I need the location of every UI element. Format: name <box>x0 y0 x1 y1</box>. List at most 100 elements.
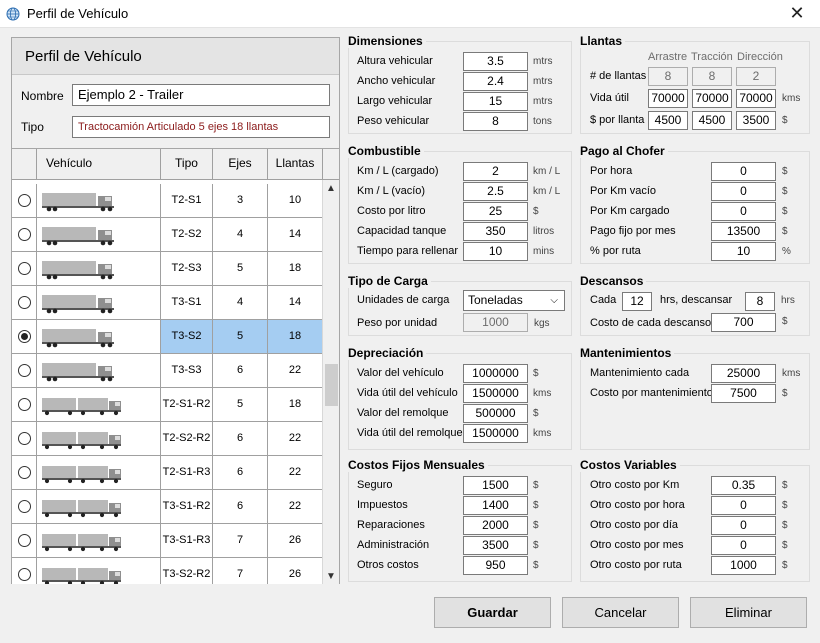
grid-scrollbar[interactable]: ▲ ▼ <box>322 180 339 584</box>
radio-cell[interactable] <box>12 252 37 285</box>
col-ejes[interactable]: Ejes <box>213 149 268 180</box>
col-tipo[interactable]: Tipo <box>161 149 213 180</box>
fijos-input[interactable]: 2000 <box>463 516 528 535</box>
llantas-input[interactable]: 70000 <box>648 89 688 108</box>
depreciacion-input[interactable]: 1000000 <box>463 364 528 383</box>
row-radio[interactable] <box>18 364 31 377</box>
radio-cell[interactable] <box>12 524 37 557</box>
ejes-cell: 3 <box>213 184 268 217</box>
row-radio[interactable] <box>18 466 31 479</box>
llantas-input[interactable]: 70000 <box>736 89 776 108</box>
chevron-down-icon[interactable]: ▼ <box>326 571 336 582</box>
row-radio[interactable] <box>18 432 31 445</box>
llantas-input[interactable]: 70000 <box>692 89 732 108</box>
tipo-cell: T3-S1-R2 <box>161 490 213 523</box>
radio-cell[interactable] <box>12 320 37 353</box>
table-row[interactable]: T3-S2-R2 7 26 <box>12 558 323 584</box>
truck-icon <box>42 363 114 382</box>
fijos-input[interactable]: 1400 <box>463 496 528 515</box>
row-radio[interactable] <box>18 194 31 207</box>
chevron-up-icon[interactable]: ▲ <box>326 183 336 194</box>
window-title: Perfil de Vehículo <box>27 6 129 21</box>
mantenimientos-input[interactable]: 25000 <box>711 364 776 383</box>
table-row[interactable]: T2-S3 5 18 <box>12 252 323 286</box>
chevron-down-icon[interactable]: ⌵ <box>550 291 558 310</box>
table-row[interactable]: T2-S1-R2 5 18 <box>12 388 323 422</box>
variables-input[interactable]: 0 <box>711 516 776 535</box>
row-radio[interactable] <box>18 500 31 513</box>
mantenimientos-input[interactable]: 7500 <box>711 384 776 403</box>
row-radio[interactable] <box>18 262 31 275</box>
row-radio-selected[interactable] <box>18 330 31 343</box>
radio-cell[interactable] <box>12 184 37 217</box>
variables-input[interactable]: 1000 <box>711 556 776 575</box>
scroll-thumb[interactable] <box>325 364 338 406</box>
row-radio[interactable] <box>18 534 31 547</box>
row-radio[interactable] <box>18 568 31 581</box>
radio-cell[interactable] <box>12 422 37 455</box>
fijos-input[interactable]: 1500 <box>463 476 528 495</box>
cancelar-button[interactable]: Cancelar <box>562 597 679 628</box>
combustible-input[interactable]: 10 <box>463 242 528 261</box>
radio-cell[interactable] <box>12 286 37 319</box>
row-radio[interactable] <box>18 228 31 241</box>
llantas-input[interactable]: 4500 <box>648 111 688 130</box>
llantas-input[interactable]: 4500 <box>692 111 732 130</box>
variables-input[interactable]: 0 <box>711 496 776 515</box>
unidades-select[interactable]: Toneladas ⌵ <box>463 290 565 311</box>
dimensiones-input[interactable]: 15 <box>463 92 528 111</box>
table-row[interactable]: T2-S1 3 10 <box>12 184 323 218</box>
descansar-input[interactable]: 8 <box>745 292 775 311</box>
depreciacion-input[interactable]: 1500000 <box>463 384 528 403</box>
fijos-input[interactable]: 3500 <box>463 536 528 555</box>
combustible-input[interactable]: 2.5 <box>463 182 528 201</box>
radio-cell[interactable] <box>12 388 37 421</box>
costo-descanso-input[interactable]: 700 <box>711 313 776 332</box>
table-row[interactable]: T3-S1-R3 7 26 <box>12 524 323 558</box>
table-row[interactable]: T2-S2 4 14 <box>12 218 323 252</box>
mantenimientos-label: Mantenimiento cada <box>590 367 690 379</box>
eliminar-button[interactable]: Eliminar <box>690 597 807 628</box>
pago-input[interactable]: 13500 <box>711 222 776 241</box>
dimensiones-input[interactable]: 8 <box>463 112 528 131</box>
row-radio[interactable] <box>18 296 31 309</box>
guardar-button[interactable]: Guardar <box>434 597 551 628</box>
col-vehiculo[interactable]: Vehículo <box>37 149 161 180</box>
cada-input[interactable]: 12 <box>622 292 652 311</box>
table-row[interactable]: T2-S1-R3 6 22 <box>12 456 323 490</box>
vehicle-cell <box>37 252 161 285</box>
combustible-input[interactable]: 2 <box>463 162 528 181</box>
variables-input[interactable]: 0 <box>711 536 776 555</box>
globe-icon <box>6 7 20 21</box>
pago-input[interactable]: 10 <box>711 242 776 261</box>
radio-cell[interactable] <box>12 354 37 387</box>
pago-title: Pago al Chofer <box>580 144 668 158</box>
llantas-input[interactable]: 3500 <box>736 111 776 130</box>
radio-cell[interactable] <box>12 490 37 523</box>
table-row[interactable]: T3-S3 6 22 <box>12 354 323 388</box>
pago-input[interactable]: 0 <box>711 182 776 201</box>
radio-cell[interactable] <box>12 456 37 489</box>
depreciacion-input[interactable]: 1500000 <box>463 424 528 443</box>
radio-cell[interactable] <box>12 218 37 251</box>
combustible-input[interactable]: 350 <box>463 222 528 241</box>
radio-cell[interactable] <box>12 558 37 584</box>
dimensiones-input[interactable]: 3.5 <box>463 52 528 71</box>
fijos-input[interactable]: 950 <box>463 556 528 575</box>
pago-input[interactable]: 0 <box>711 162 776 181</box>
table-row[interactable]: T2-S2-R2 6 22 <box>12 422 323 456</box>
col-llantas[interactable]: Llantas <box>268 149 323 180</box>
table-row[interactable]: T3-S1 4 14 <box>12 286 323 320</box>
table-row[interactable]: T3-S2 5 18 <box>12 320 323 354</box>
nombre-input[interactable]: Ejemplo 2 - Trailer <box>72 84 330 106</box>
table-row[interactable]: T3-S1-R2 6 22 <box>12 490 323 524</box>
dimensiones-input[interactable]: 2.4 <box>463 72 528 91</box>
variables-input[interactable]: 0.35 <box>711 476 776 495</box>
pago-input[interactable]: 0 <box>711 202 776 221</box>
depreciacion-input[interactable]: 500000 <box>463 404 528 423</box>
vehicle-cell <box>37 456 161 489</box>
combustible-input[interactable]: 25 <box>463 202 528 221</box>
row-radio[interactable] <box>18 398 31 411</box>
close-icon[interactable]: ✕ <box>774 0 820 28</box>
group-descansos: Descansos Cada 12 hrs, descansar 8 hrs C… <box>580 274 810 336</box>
